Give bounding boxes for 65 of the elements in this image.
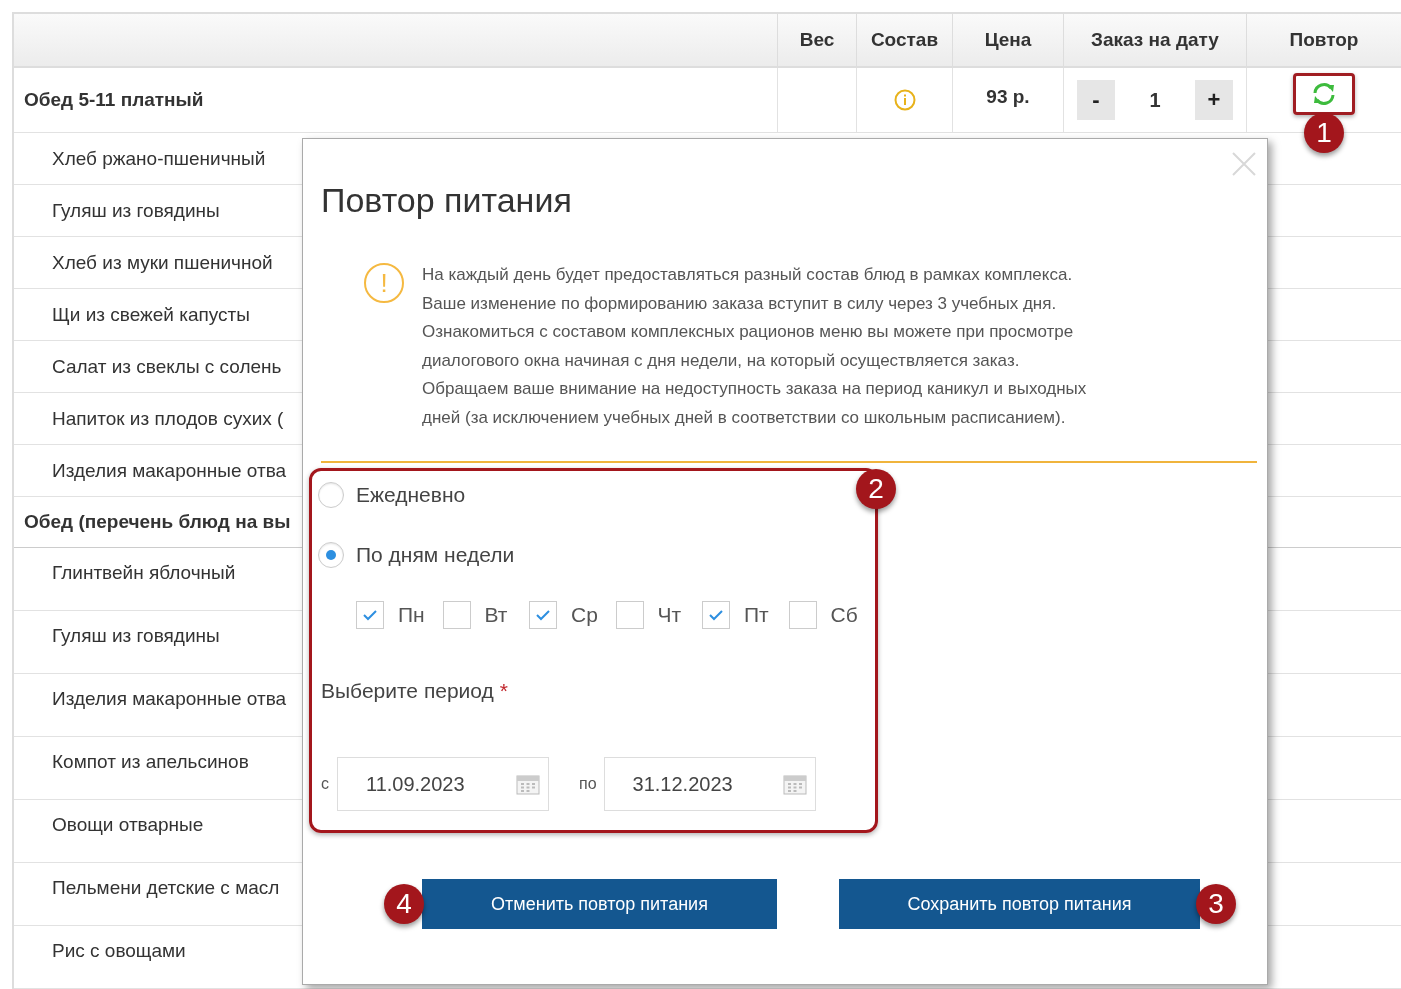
date-field[interactable]: 11.09.2023 bbox=[337, 757, 549, 811]
repeat-button[interactable] bbox=[1293, 73, 1355, 115]
menu-item-name: Изделия макаронные отва bbox=[51, 459, 287, 482]
checkbox-label[interactable]: Вт bbox=[484, 603, 508, 627]
close-icon[interactable] bbox=[1231, 151, 1257, 177]
increase-button[interactable]: + bbox=[1195, 80, 1233, 120]
checkbox-label[interactable]: Пн bbox=[398, 603, 425, 627]
dialog-title: Повтор питания bbox=[321, 181, 573, 221]
checkbox-label[interactable]: Пт bbox=[744, 603, 769, 627]
cancel-button[interactable]: Отменить повтор питания bbox=[422, 879, 777, 929]
check-icon bbox=[708, 609, 724, 621]
warning-icon: ! bbox=[364, 263, 404, 303]
menu-item-name: Глинтвейн яблочный bbox=[51, 562, 236, 584]
checkbox[interactable] bbox=[702, 601, 730, 629]
menu-item-name: Рис с овощами bbox=[51, 940, 186, 962]
menu-item-name: Обед 5-11 платный bbox=[23, 89, 204, 111]
checkbox[interactable] bbox=[615, 601, 644, 629]
menu-item-name: Напиток из плодов сухих ( bbox=[51, 407, 284, 430]
radio-label[interactable]: Ежедневно bbox=[356, 483, 466, 507]
checkbox[interactable] bbox=[442, 601, 471, 629]
checkbox[interactable] bbox=[529, 601, 557, 629]
step-badge: 3 bbox=[1196, 884, 1236, 924]
radio-label[interactable]: По дням недели bbox=[356, 543, 515, 567]
step-badge: 1 bbox=[1304, 113, 1344, 153]
menu-item-name: Обед (перечень блюд на вы bbox=[23, 511, 291, 533]
checkbox-label[interactable]: Ср bbox=[571, 603, 598, 627]
checkbox-label[interactable]: Чт bbox=[657, 603, 682, 627]
checkbox[interactable] bbox=[356, 601, 384, 629]
column-header: Цена bbox=[952, 14, 1063, 66]
menu-item-name: Овощи отварные bbox=[51, 814, 204, 836]
step-badge: 2 bbox=[856, 469, 896, 509]
calendar-icon[interactable] bbox=[516, 773, 540, 795]
info-icon[interactable] bbox=[893, 89, 916, 111]
column-header: Состав bbox=[856, 14, 952, 66]
menu-item-name: Салат из свеклы с солень bbox=[51, 355, 282, 378]
checkbox-label[interactable]: Сб bbox=[830, 603, 858, 627]
required-mark: * bbox=[499, 679, 508, 702]
column-header: Заказ на дату bbox=[1063, 14, 1246, 66]
quantity: 1 bbox=[1148, 88, 1162, 112]
radio-button[interactable] bbox=[318, 542, 344, 568]
menu-item-name: Пельмени детские с масл bbox=[51, 877, 280, 899]
step-badge: 4 bbox=[384, 884, 424, 924]
field-label: Выберите период bbox=[321, 679, 494, 702]
menu-item-name: Хлеб из муки пшеничной bbox=[51, 251, 273, 274]
checkbox[interactable] bbox=[788, 601, 817, 629]
date-field[interactable]: 31.12.2023 bbox=[603, 757, 816, 811]
menu-item-name: Изделия макаронные отва bbox=[51, 688, 287, 710]
menu-item-name: Хлеб ржано-пшеничный bbox=[51, 147, 266, 170]
calendar-icon[interactable] bbox=[782, 773, 807, 795]
radio-button[interactable] bbox=[318, 482, 344, 508]
menu-item-name: Гуляш из говядины bbox=[51, 199, 220, 222]
field-label: с bbox=[321, 775, 330, 793]
check-icon bbox=[362, 609, 378, 621]
field-label: по bbox=[579, 775, 597, 793]
price: 93 р. bbox=[986, 86, 1030, 108]
check-icon bbox=[535, 609, 551, 621]
column-header: Повтор bbox=[1246, 14, 1401, 66]
menu-item-name: Щи из свежей капусты bbox=[51, 303, 250, 326]
notice-text: На каждый день будет предоставляться разный состав блюд в рамках комплекса. Ваше изменение по формированию заказа вступит в силу через 3 учебных дня. Ознакомиться с составом комплексных рационов меню вы можете при просмотре диалогового окна начиная с дня недели, на который осуществляется заказ. Обращаем ваше внимание на недоступность заказа на период каникул и выходных дней (за исключением учебных дней в соответствии со школьным расписанием). bbox=[422, 264, 1087, 429]
column-header: Вес bbox=[777, 14, 856, 66]
menu-item-name: Гуляш из говядины bbox=[51, 625, 220, 647]
save-button[interactable]: Сохранить повтор питания bbox=[839, 879, 1200, 929]
decrease-button[interactable]: - bbox=[1077, 80, 1115, 120]
menu-item-name: Компот из апельсинов bbox=[51, 751, 249, 773]
refresh-icon bbox=[1311, 82, 1337, 106]
